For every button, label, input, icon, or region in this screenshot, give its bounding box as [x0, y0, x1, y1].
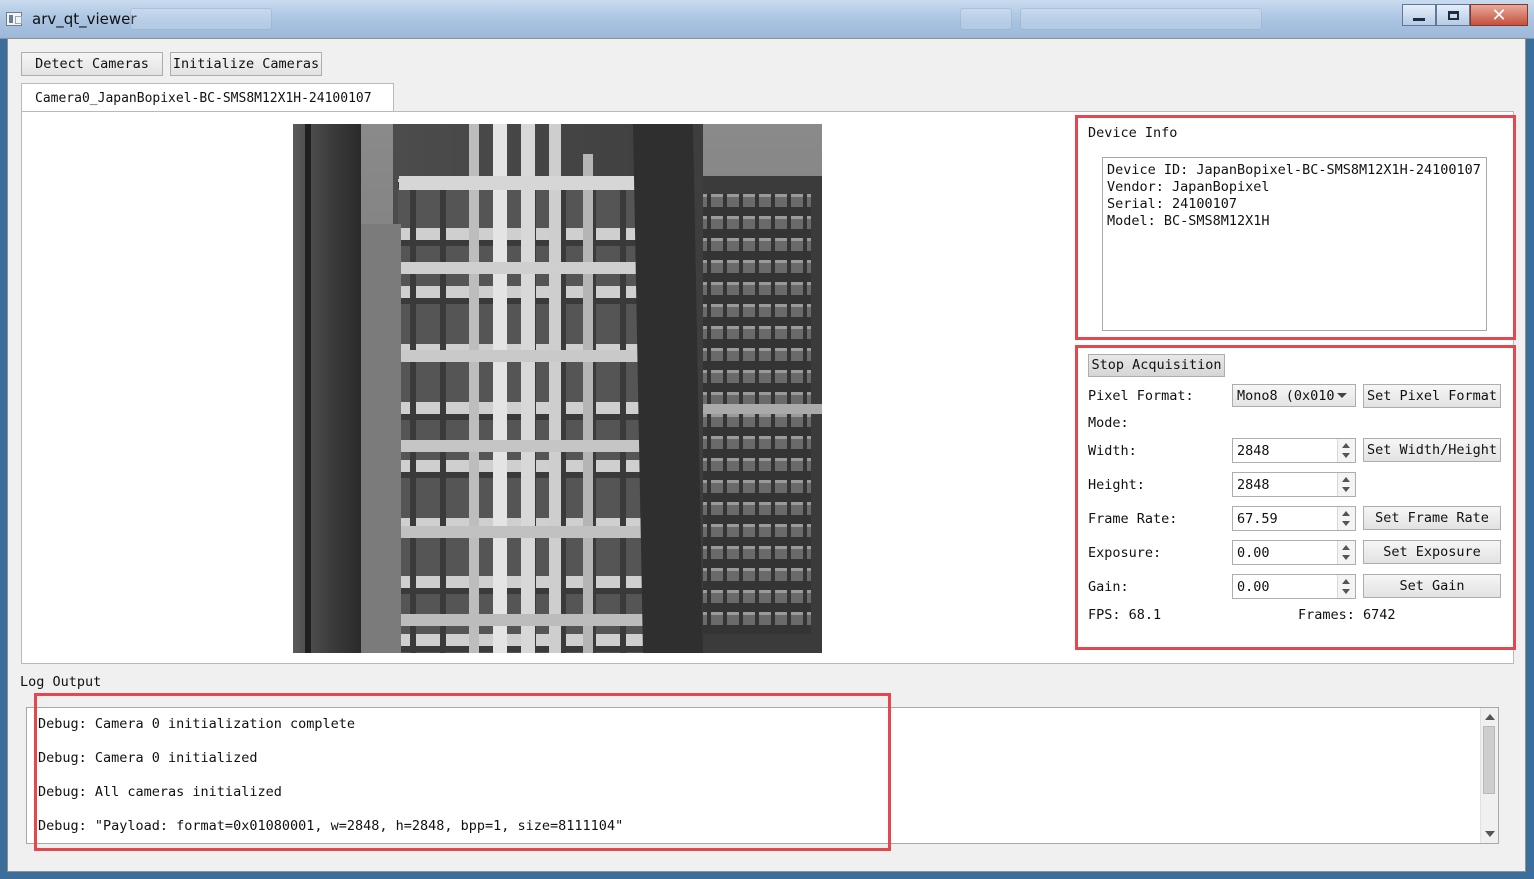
pixel-format-value: Mono8 (0x010 [1237, 388, 1335, 404]
spin-up-icon [1342, 545, 1350, 550]
background-window-ghost [960, 8, 1012, 30]
scroll-up-icon[interactable] [1485, 714, 1495, 720]
spin-up-icon [1342, 511, 1350, 516]
maximize-icon [1447, 10, 1459, 20]
exposure-label: Exposure: [1088, 545, 1162, 561]
background-search-ghost [1020, 8, 1262, 30]
scroll-down-icon[interactable] [1485, 831, 1495, 837]
window-title: arv_qt_viewer [32, 10, 137, 28]
maximize-button[interactable] [1436, 4, 1470, 26]
log-line: Debug: Camera 0 initialized [38, 750, 258, 766]
background-window-ghost [130, 8, 272, 30]
spin-down-icon [1342, 487, 1350, 492]
close-icon: ✕ [1491, 4, 1507, 26]
frame-rate-value: 67.59 [1237, 511, 1278, 527]
set-frame-rate-button[interactable]: Set Frame Rate [1363, 506, 1501, 530]
gain-spinbox[interactable]: 0.00 [1232, 574, 1356, 599]
tab-camera0[interactable]: Camera0_JapanBopixel-BC-SMS8M12X1H-24100… [21, 83, 394, 112]
camera-preview-image [293, 124, 822, 653]
title-bar: arv_qt_viewer ✕ [0, 0, 1534, 39]
frames-counter: Frames: 6742 [1298, 607, 1396, 623]
mode-label: Mode: [1088, 415, 1129, 431]
width-label: Width: [1088, 443, 1137, 459]
minimize-button[interactable] [1402, 4, 1436, 26]
spin-buttons[interactable] [1337, 541, 1355, 564]
set-width-height-button[interactable]: Set Width/Height [1363, 438, 1501, 462]
width-value: 2848 [1237, 443, 1270, 459]
minimize-icon [1413, 17, 1425, 21]
device-info-text: Device ID: JapanBopixel-BC-SMS8M12X1H-24… [1102, 157, 1487, 331]
camera-frame-buildings [293, 124, 822, 653]
set-pixel-format-button[interactable]: Set Pixel Format [1363, 384, 1501, 408]
fps-readout: FPS: 68.1 [1088, 607, 1162, 623]
pixel-format-label: Pixel Format: [1088, 388, 1194, 404]
chevron-down-icon [1337, 393, 1347, 398]
frame-rate-label: Frame Rate: [1088, 511, 1178, 527]
height-label: Height: [1088, 477, 1145, 493]
spin-up-icon [1342, 579, 1350, 584]
spin-down-icon [1342, 555, 1350, 560]
exposure-spinbox[interactable]: 0.00 [1232, 540, 1356, 565]
spin-down-icon [1342, 589, 1350, 594]
spin-down-icon [1342, 453, 1350, 458]
set-gain-button[interactable]: Set Gain [1363, 574, 1501, 598]
log-scrollbar[interactable] [1480, 708, 1498, 843]
log-line: Debug: "Payload: format=0x01080001, w=28… [38, 818, 624, 834]
initialize-cameras-button[interactable]: Initialize Cameras [170, 52, 322, 76]
gain-value: 0.00 [1237, 579, 1270, 595]
log-output-textarea[interactable]: Debug: Camera 0 initialization complete … [26, 707, 1499, 844]
spin-up-icon [1342, 443, 1350, 448]
spin-buttons[interactable] [1337, 439, 1355, 462]
height-spinbox[interactable]: 2848 [1232, 472, 1356, 497]
spin-buttons[interactable] [1337, 575, 1355, 598]
close-button[interactable]: ✕ [1470, 4, 1528, 26]
exposure-value: 0.00 [1237, 545, 1270, 561]
spin-buttons[interactable] [1337, 507, 1355, 530]
pixel-format-select[interactable]: Mono8 (0x010 [1232, 384, 1356, 407]
log-output-title: Log Output [20, 674, 102, 690]
height-value: 2848 [1237, 477, 1270, 493]
device-info-title: Device Info [1088, 125, 1178, 141]
detect-cameras-button[interactable]: Detect Cameras [21, 52, 163, 76]
set-exposure-button[interactable]: Set Exposure [1363, 540, 1501, 564]
frame-rate-spinbox[interactable]: 67.59 [1232, 506, 1356, 531]
stop-acquisition-button[interactable]: Stop Acquisition [1088, 354, 1225, 377]
width-spinbox[interactable]: 2848 [1232, 438, 1356, 463]
app-icon [6, 12, 22, 26]
window-controls: ✕ [1402, 4, 1528, 26]
log-line: Debug: Camera 0 initialization complete [38, 716, 355, 732]
spin-down-icon [1342, 521, 1350, 526]
log-line: Debug: All cameras initialized [38, 784, 282, 800]
spin-buttons[interactable] [1337, 473, 1355, 496]
scroll-thumb[interactable] [1483, 726, 1495, 794]
gain-label: Gain: [1088, 579, 1129, 595]
spin-up-icon [1342, 477, 1350, 482]
